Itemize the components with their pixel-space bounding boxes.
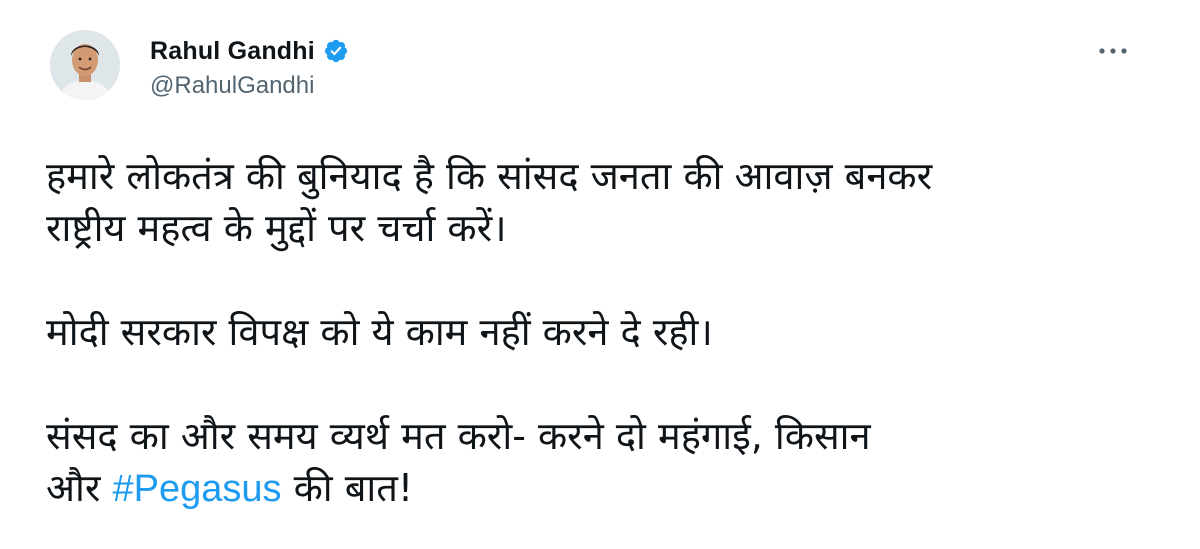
more-horizontal-icon bbox=[1099, 48, 1127, 54]
tweet-paragraph-2: मोदी सरकार विपक्ष को ये काम नहीं करने दे… bbox=[46, 306, 1166, 358]
profile-photo-icon bbox=[50, 30, 120, 100]
author-name[interactable]: Rahul Gandhi bbox=[150, 37, 315, 66]
hashtag-link[interactable]: #Pegasus bbox=[113, 468, 282, 510]
tweet-text: हमारे लोकतंत्र की बुनियाद है कि सांसद जन… bbox=[46, 150, 1166, 515]
tweet-text-fragment: की बात! bbox=[281, 466, 414, 510]
tweet-paragraph-1: हमारे लोकतंत्र की बुनियाद है कि सांसद जन… bbox=[46, 150, 1166, 254]
tweet-text-fragment: और bbox=[46, 466, 113, 510]
tweet-line: राष्ट्रीय महत्व के मुद्दों पर चर्चा करें… bbox=[46, 206, 507, 250]
tweet-line: संसद का और समय व्यर्थ मत करो- करने दो मह… bbox=[46, 414, 871, 458]
tweet-line: हमारे लोकतंत्र की बुनियाद है कि सांसद जन… bbox=[46, 154, 933, 198]
more-options-button[interactable] bbox=[1093, 36, 1133, 66]
tweet-line: मोदी सरकार विपक्ष को ये काम नहीं करने दे… bbox=[46, 310, 713, 354]
tweet-card: Rahul Gandhi @RahulGandhi हमारे लोकतंत्र… bbox=[0, 0, 1200, 549]
verified-badge-icon bbox=[323, 38, 349, 64]
author-handle[interactable]: @RahulGandhi bbox=[150, 72, 314, 100]
avatar[interactable] bbox=[50, 30, 120, 100]
author-name-row: Rahul Gandhi bbox=[150, 34, 349, 68]
tweet-paragraph-3: संसद का और समय व्यर्थ मत करो- करने दो मह… bbox=[46, 410, 1166, 515]
